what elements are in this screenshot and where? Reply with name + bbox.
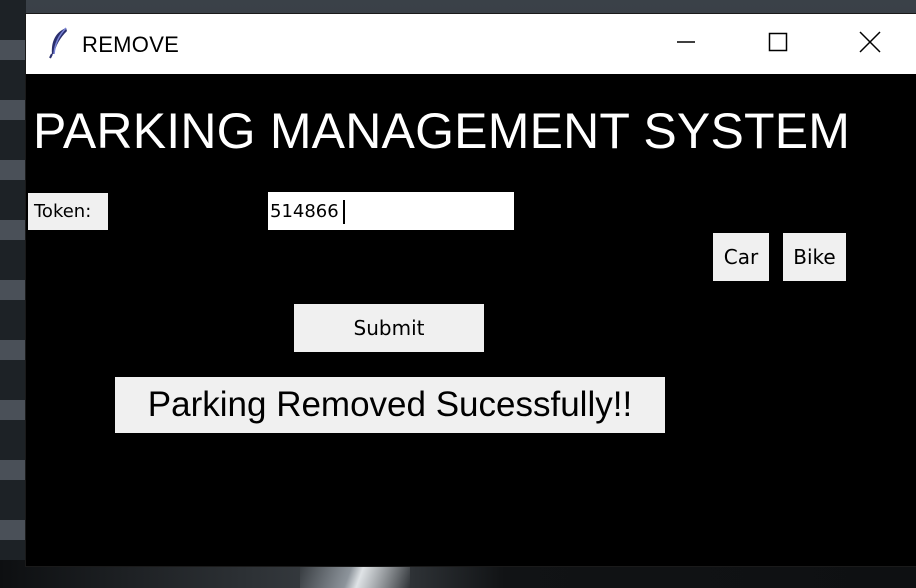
token-label: Token:: [28, 193, 108, 230]
bike-button[interactable]: Bike: [783, 233, 846, 281]
page-title: PARKING MANAGEMENT SYSTEM: [33, 103, 851, 159]
window-title: REMOVE: [82, 32, 180, 57]
status-message: Parking Removed Sucessfully!!: [115, 377, 665, 433]
minimize-button[interactable]: [640, 14, 732, 74]
desktop-edge: [0, 0, 26, 588]
feather-icon: [48, 27, 70, 59]
token-input[interactable]: [268, 192, 514, 230]
car-button[interactable]: Car: [713, 233, 769, 281]
close-icon: [859, 30, 881, 58]
close-button[interactable]: [824, 14, 916, 74]
minimize-icon: [676, 32, 696, 57]
text-cursor: [343, 200, 345, 224]
submit-button[interactable]: Submit: [294, 304, 484, 352]
maximize-icon: [768, 32, 788, 57]
window-titlebar[interactable]: REMOVE: [26, 14, 916, 74]
app-window: REMOVE PARKING MANAGEMENT SYSTEM Token: …: [26, 14, 916, 566]
maximize-button[interactable]: [732, 14, 824, 74]
